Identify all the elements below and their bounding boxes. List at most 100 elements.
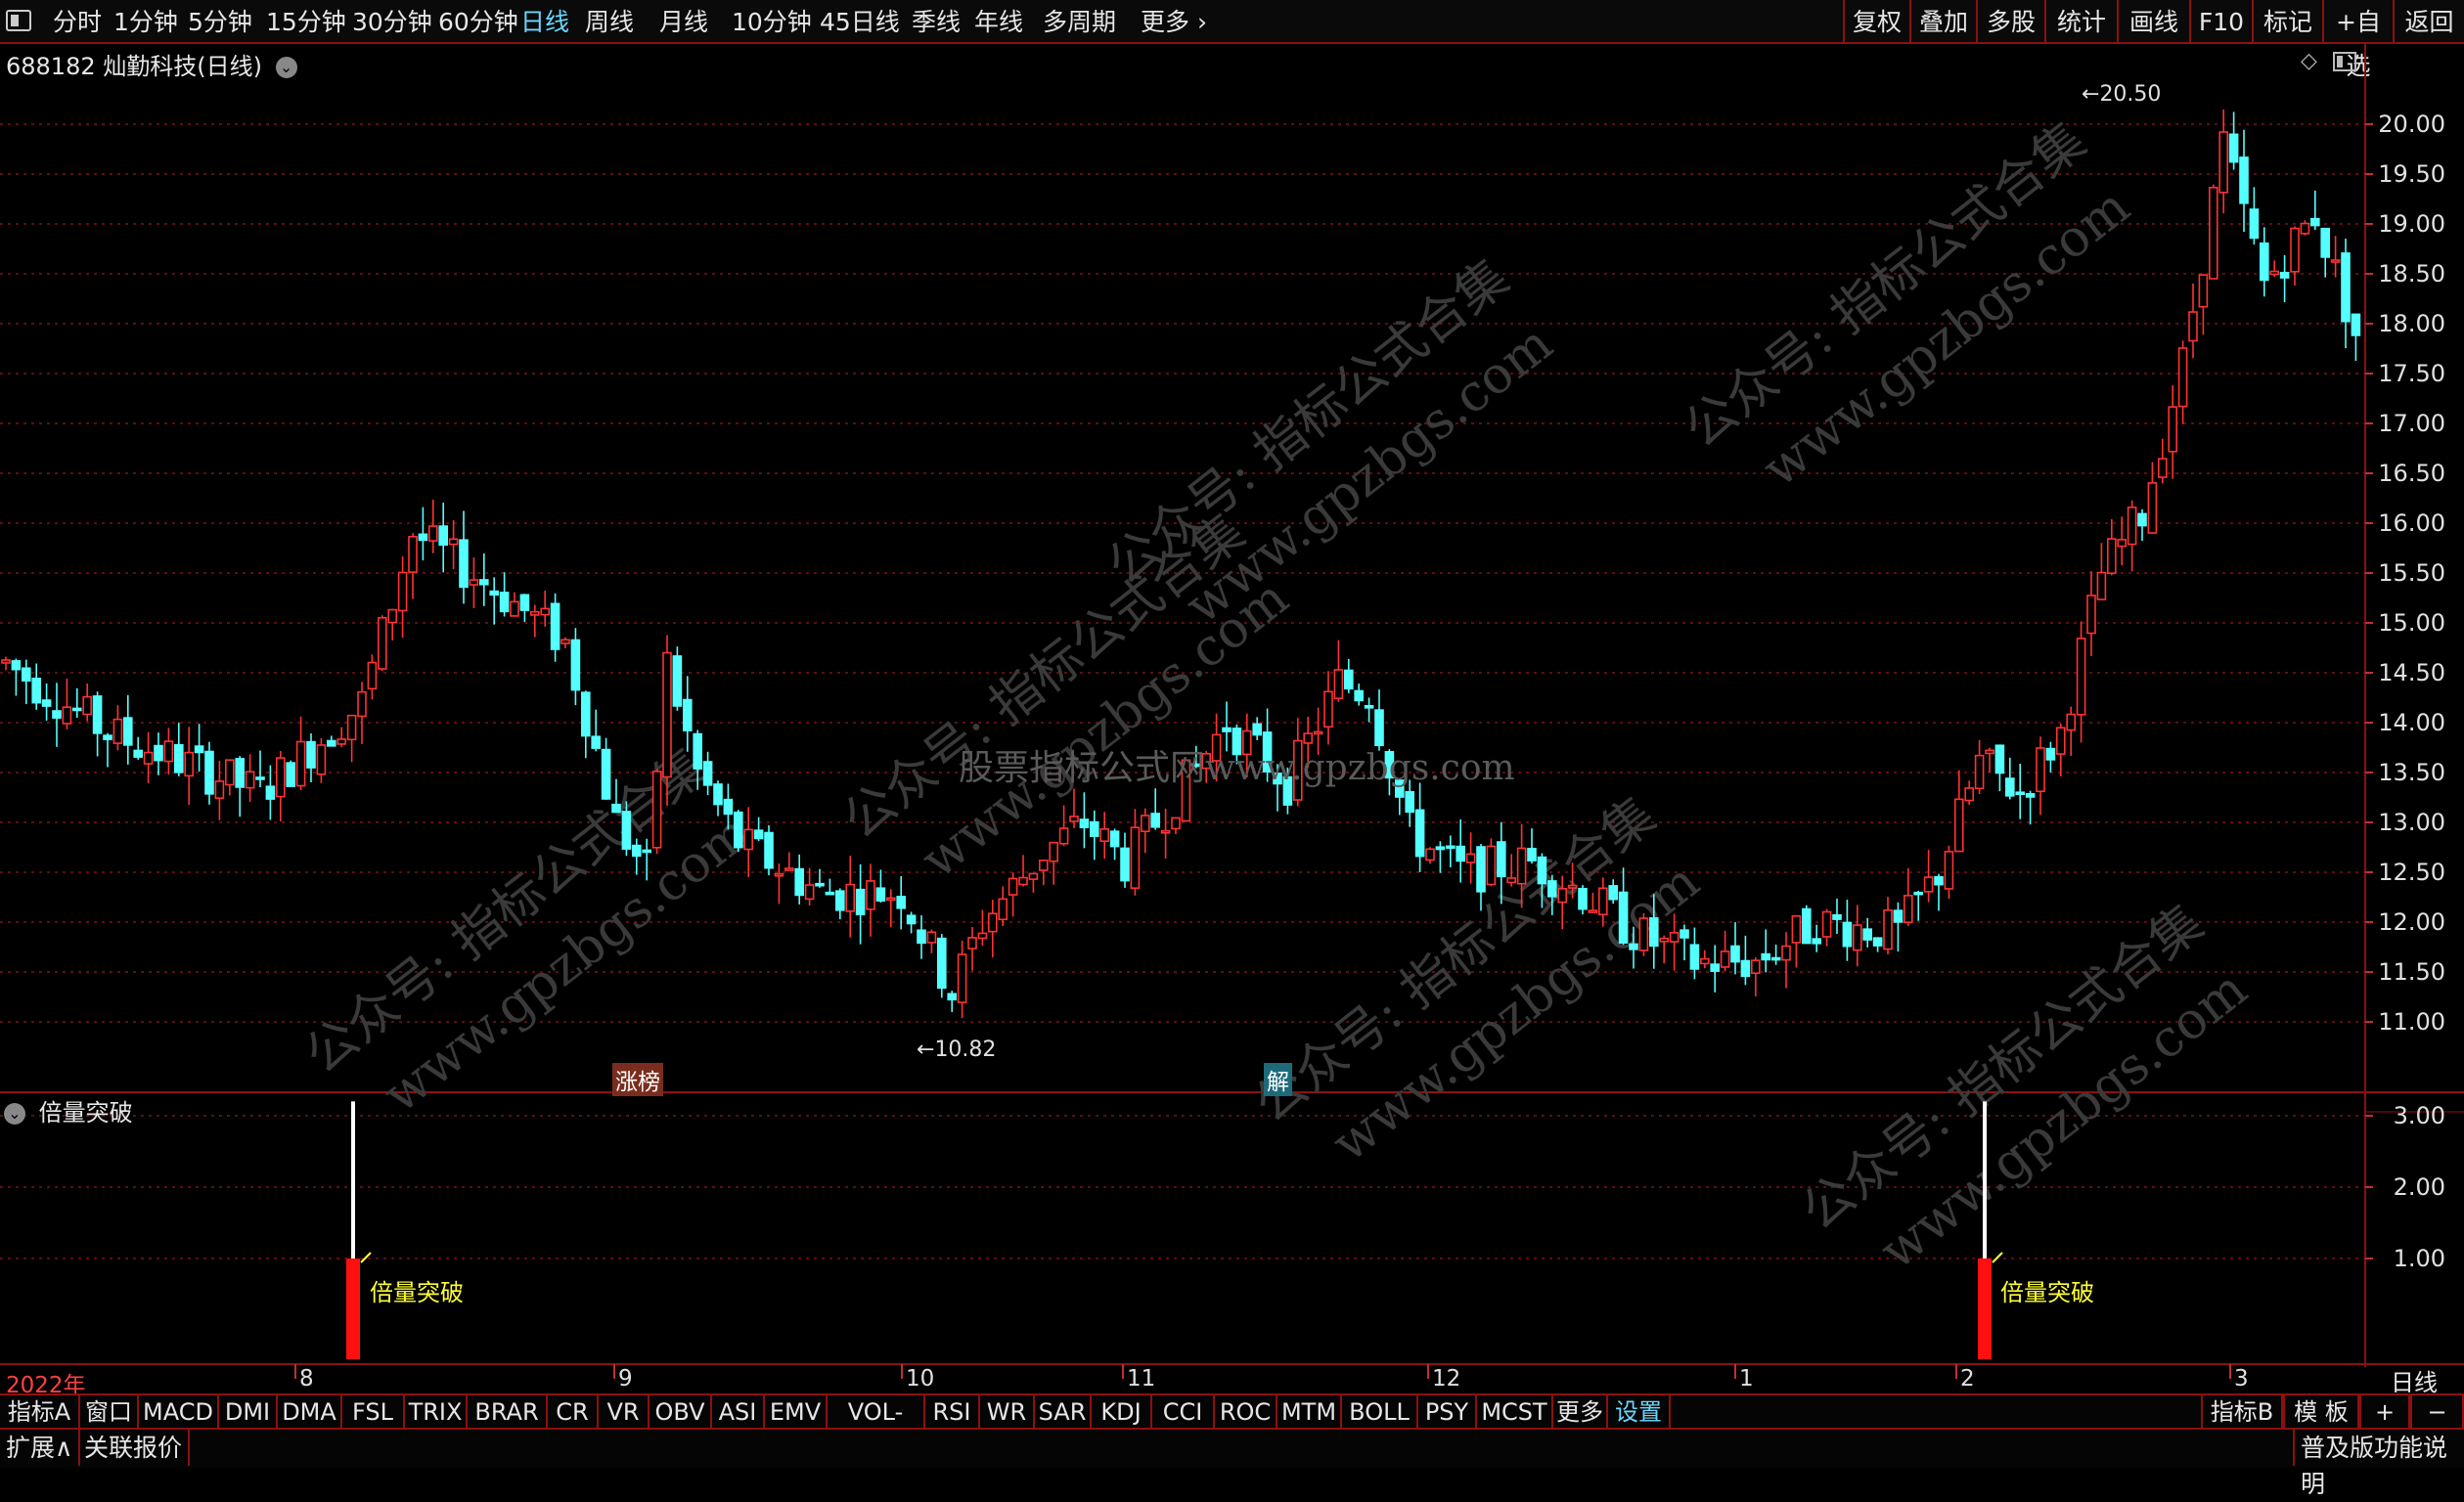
candle-body [1629,943,1638,950]
indicator-tab-1[interactable]: 窗口 [80,1395,139,1430]
indicator-right-1[interactable]: 模 板 [2283,1395,2359,1430]
indicator-tab-5[interactable]: FSL [342,1395,405,1430]
indicator-tab-6[interactable]: TRIX [405,1395,468,1430]
indicator-tab-19[interactable]: ROC [1215,1395,1277,1430]
candle-body [885,897,896,902]
candle-body [1985,749,1994,755]
candle-body [1425,848,1435,861]
candle-body [1812,938,1821,945]
expand-button[interactable]: 扩展∧ [0,1430,81,1466]
indicator-tab-11[interactable]: ASI [712,1395,765,1430]
diamond-icon[interactable]: ◇ [2301,49,2317,73]
indicator-right-0[interactable]: 指标B [2201,1395,2283,1430]
candle-body [1109,830,1120,848]
candle-body [1608,885,1618,901]
candle-body [967,937,977,950]
chevron-down-icon[interactable]: ⌄ [275,57,297,78]
candle-body [1344,669,1354,690]
candle-body [295,740,306,787]
price-tick-label: 20.00 [2378,110,2445,138]
candle-body [2330,259,2341,263]
candle-body [1720,950,1730,968]
indicator-tab-20[interactable]: MTM [1277,1395,1342,1430]
candle-body [2341,252,2351,323]
indicator-tab-22[interactable]: PSY [1418,1395,1477,1430]
candle-body [1150,813,1160,828]
candle-body [2107,538,2117,574]
price-tick-label: 17.50 [2378,360,2445,387]
panel-toggle-icon[interactable] [2333,52,2356,71]
candle-body [682,698,693,731]
candle-body [499,592,510,613]
candle-body [1913,891,1923,896]
indicator-right-3[interactable]: − [2410,1395,2464,1430]
candle-body [1049,841,1058,862]
candle-body [2260,242,2269,282]
indicator-tab-0[interactable]: 指标A [0,1395,80,1430]
candle-body [154,744,163,762]
price-tick-label: 18.50 [2378,260,2445,287]
candle-body [550,602,560,650]
indicator-right-2[interactable]: + [2359,1395,2410,1430]
candle-body [1547,880,1557,898]
candle-body [1557,888,1567,904]
indicator-tab-7[interactable]: BRAR [468,1395,548,1430]
indicator-tab-2[interactable]: MACD [139,1395,219,1430]
jie-tag[interactable]: 解 [1264,1063,1292,1096]
status-bar: 扩展∧ 关联报价 普及版功能说明 [0,1430,2464,1498]
chevron-down-icon[interactable]: ⌄ [4,1103,25,1125]
candle-body [1578,887,1588,910]
candle-body [662,651,672,778]
indicator-tab-21[interactable]: BOLL [1342,1395,1418,1430]
indicator-tab-15[interactable]: WR [980,1395,1035,1430]
candle-body [896,896,907,909]
candle-body [123,717,133,746]
indicator-tab-13[interactable]: VOL-TDX [828,1395,925,1460]
indicator-tab-9[interactable]: VR [599,1395,650,1430]
candle-body [1680,929,1689,939]
help-button[interactable]: 普及版功能说明 [2293,1430,2464,1498]
candle-body [1018,876,1028,886]
candle-body [529,610,540,616]
indicator-tab-3[interactable]: DMI [219,1395,278,1430]
indicator-tab-17[interactable]: KDJ [1092,1395,1152,1430]
indicator-tab-23[interactable]: MCST [1477,1395,1553,1430]
candle-body [1141,815,1150,833]
indicator-tab-12[interactable]: EMV [765,1395,828,1430]
linked-quote-button[interactable]: 关联报价 [78,1430,191,1466]
candle-body [1598,887,1608,916]
date-label-8: 3 [2234,1366,2249,1392]
candle-body [1527,848,1537,861]
candle-body [459,539,469,589]
candle-body [1222,727,1232,732]
period-label: 日线 [2391,1369,2438,1396]
indicator-tab-4[interactable]: DMA [278,1395,342,1430]
candle-body [1405,791,1414,814]
indicator-tab-16[interactable]: SAR [1035,1395,1092,1430]
candle-body [174,743,184,773]
candle-body [225,759,235,786]
candle-body [1567,884,1578,889]
candle-body [1944,851,1954,890]
candle-body [815,882,825,887]
candle-body [875,887,886,902]
candle-body [418,533,428,542]
indicator-name: 倍量突破 [38,1099,133,1126]
indicator-tab-8[interactable]: CR [548,1395,599,1430]
indicator-tab-24[interactable]: 更多 [1553,1395,1608,1430]
indicator-tab-10[interactable]: OBV [650,1395,712,1430]
zhangbang-tag[interactable]: 涨榜 [612,1063,663,1096]
candle-body [1313,730,1323,735]
candle-body [1638,917,1649,951]
indicator-tab-18[interactable]: CCI [1152,1395,1215,1430]
indicator-tab-14[interactable]: RSI [925,1395,980,1430]
candle-body [2147,482,2158,534]
kline-chart[interactable]: 20.00 19.50 19.00 18.50 18.00 17.50 17.00 16.50… [0,0,2464,1393]
candle-body [1883,908,1893,950]
candle-body [478,579,489,586]
candle-body [1904,895,1913,924]
candle-body [1994,744,2005,774]
candle-body [214,780,225,800]
candle-body [1710,963,1720,972]
indicator-tab-25[interactable]: 设置 [1608,1395,1671,1430]
